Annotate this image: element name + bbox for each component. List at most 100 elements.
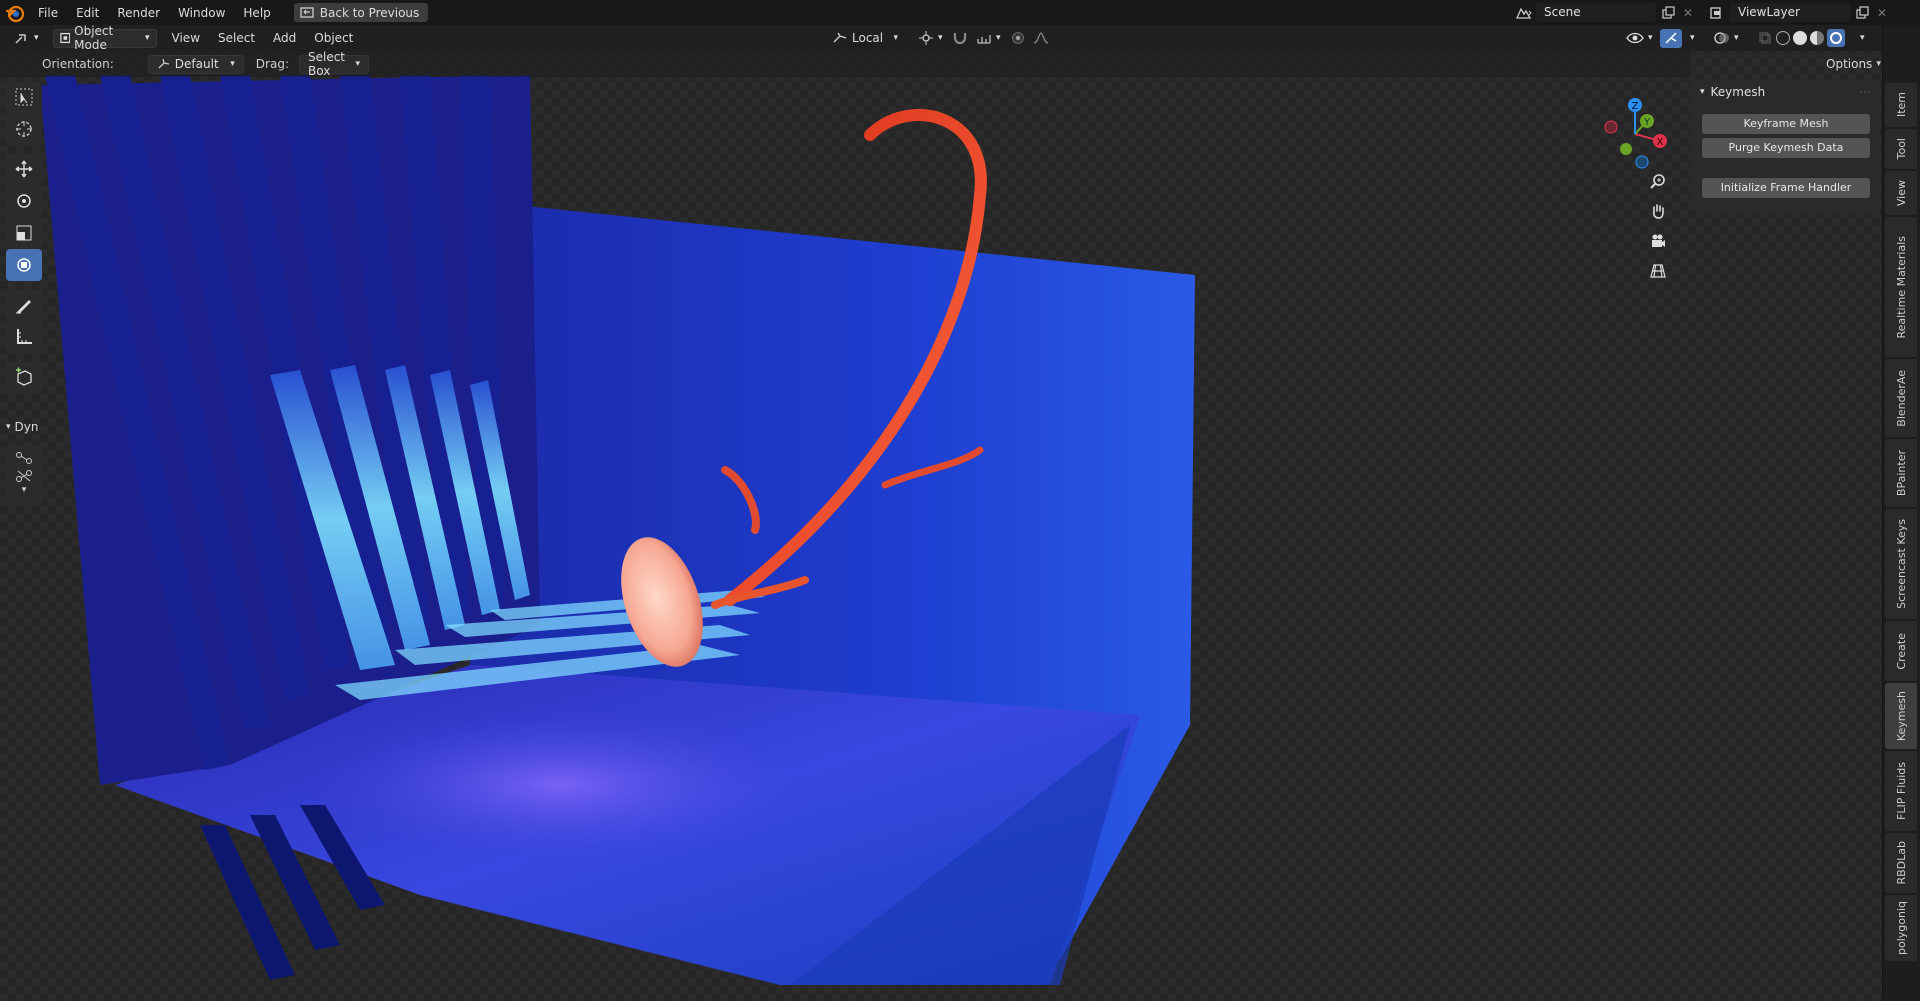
options-button[interactable]: Options ▾ bbox=[1826, 54, 1881, 73]
show-overlays-toggle[interactable]: ▾ bbox=[1708, 29, 1745, 48]
tab-polygoniq[interactable]: polygoniq bbox=[1885, 895, 1917, 961]
z-axis-label: Z bbox=[1632, 101, 1639, 112]
tab-create[interactable]: Create bbox=[1885, 621, 1917, 681]
grid-icon bbox=[1650, 264, 1666, 278]
back-to-previous-button[interactable]: Back to Previous bbox=[293, 3, 429, 22]
falloff-select[interactable] bbox=[1027, 29, 1055, 48]
menu-render[interactable]: Render bbox=[108, 2, 169, 24]
scale-tool[interactable] bbox=[6, 217, 42, 249]
menu-window[interactable]: Window bbox=[169, 2, 234, 24]
tab-flip-fluids[interactable]: FLIP Fluids bbox=[1885, 751, 1917, 831]
blender-logo-icon[interactable] bbox=[5, 3, 25, 23]
rotate-tool[interactable] bbox=[6, 185, 42, 217]
chevron-down-icon: ▾ bbox=[1648, 33, 1653, 43]
scene-name-field[interactable]: Scene bbox=[1536, 3, 1656, 22]
tab-create-label: Create bbox=[1894, 632, 1908, 670]
annotate-tool[interactable] bbox=[6, 289, 42, 321]
wireframe-shading-icon[interactable] bbox=[1776, 31, 1790, 45]
pivot-point-button[interactable]: ▾ bbox=[912, 29, 949, 48]
transform-tool[interactable] bbox=[6, 249, 42, 281]
shading-options[interactable]: ▾ bbox=[1854, 29, 1871, 48]
chevron-down-icon: ▾ bbox=[1700, 87, 1705, 97]
mode-select[interactable]: Object Mode ▾ bbox=[52, 25, 157, 52]
show-gizmo-toggle[interactable] bbox=[1660, 28, 1682, 48]
visibility-select[interactable]: ▾ bbox=[1620, 29, 1659, 48]
viewlayer-name-field[interactable]: ViewLayer bbox=[1730, 3, 1850, 22]
orientation-label: Orientation: bbox=[42, 57, 114, 71]
camera-view-button[interactable] bbox=[1645, 228, 1671, 254]
tab-rbdlab[interactable]: RBDLab bbox=[1885, 833, 1917, 893]
tab-item[interactable]: Item bbox=[1885, 83, 1917, 127]
solid-shading-icon[interactable] bbox=[1793, 31, 1807, 45]
editor-type-button[interactable]: ▾ bbox=[8, 29, 45, 48]
scene-selector: Scene ✕ bbox=[1512, 2, 1696, 23]
delete-scene-icon[interactable]: ✕ bbox=[1680, 3, 1696, 22]
rendered-shading-icon[interactable] bbox=[1827, 29, 1845, 47]
chevron-down-icon: ▾ bbox=[1734, 33, 1739, 43]
scene-browse-button[interactable] bbox=[1512, 3, 1536, 22]
tab-view-label: View bbox=[1894, 179, 1908, 207]
gizmo-options[interactable]: ▾ bbox=[1684, 29, 1701, 48]
dyn-tool-2[interactable] bbox=[6, 467, 42, 485]
chevron-down-icon[interactable]: ▾ bbox=[6, 485, 42, 501]
initialize-frame-handler-button[interactable]: Initialize Frame Handler bbox=[1702, 178, 1870, 198]
menu-help[interactable]: Help bbox=[234, 2, 279, 24]
add-cube-tool[interactable] bbox=[6, 361, 42, 393]
scale-icon bbox=[16, 225, 32, 241]
keymesh-panel-header[interactable]: ▾ Keymesh ⋯ bbox=[1692, 80, 1880, 104]
zoom-icon bbox=[1650, 174, 1665, 189]
tab-polygoniq-label: polygoniq bbox=[1894, 900, 1908, 955]
3d-viewport[interactable]: ▾ Object Mode ▾ View Select Add Object L… bbox=[0, 25, 1882, 1001]
orientation-icon bbox=[833, 32, 847, 43]
new-viewlayer-button[interactable] bbox=[1850, 3, 1874, 22]
tab-screencast-keys-label: Screencast Keys bbox=[1894, 519, 1908, 609]
tab-tool[interactable]: Tool bbox=[1885, 129, 1917, 169]
tab-screencast-keys[interactable]: Screencast Keys bbox=[1885, 509, 1917, 619]
orientation-select[interactable]: Default ▾ bbox=[147, 54, 244, 74]
menu-edit[interactable]: Edit bbox=[67, 2, 108, 24]
select-box-tool[interactable] bbox=[6, 81, 42, 113]
drag-select[interactable]: Select Box ▾ bbox=[298, 50, 369, 78]
menu-select[interactable]: Select bbox=[209, 27, 264, 49]
purge-keymesh-data-button[interactable]: Purge Keymesh Data bbox=[1702, 138, 1870, 158]
move-tool[interactable] bbox=[6, 153, 42, 185]
tab-bpainter[interactable]: BPainter bbox=[1885, 439, 1917, 507]
drag-handle-icon[interactable]: ⋯ bbox=[1859, 85, 1872, 99]
nodes-cut-icon bbox=[16, 470, 32, 482]
navigation-gizmo[interactable]: X Y Z bbox=[1592, 87, 1678, 177]
tab-keymesh[interactable]: Keymesh bbox=[1885, 683, 1917, 749]
chevron-down-icon: ▾ bbox=[230, 59, 235, 69]
new-scene-button[interactable] bbox=[1656, 3, 1680, 22]
tab-realtime-materials[interactable]: Realtime Materials bbox=[1885, 217, 1917, 357]
tab-view[interactable]: View bbox=[1885, 171, 1917, 215]
tab-tool-label: Tool bbox=[1894, 138, 1908, 160]
viewlayer-browse-button[interactable] bbox=[1706, 3, 1730, 22]
keyframe-mesh-button[interactable]: Keyframe Mesh bbox=[1702, 114, 1870, 134]
perspective-toggle-button[interactable] bbox=[1645, 258, 1671, 284]
tab-flip-fluids-label: FLIP Fluids bbox=[1894, 762, 1908, 820]
xray-toggle[interactable] bbox=[1752, 29, 1778, 48]
dyn-panel: ▾ Dyn ▾ bbox=[6, 417, 48, 505]
tab-bpainter-label: BPainter bbox=[1894, 449, 1908, 497]
cursor-tool[interactable] bbox=[6, 113, 42, 145]
delete-viewlayer-icon[interactable]: ✕ bbox=[1874, 3, 1890, 22]
snap-target-select[interactable]: ▾ bbox=[970, 29, 1007, 48]
dyn-tool-1[interactable] bbox=[6, 449, 42, 467]
material-shading-icon[interactable] bbox=[1810, 31, 1824, 45]
chevron-down-icon: ▾ bbox=[893, 33, 898, 43]
menu-add[interactable]: Add bbox=[264, 27, 305, 49]
dyn-panel-label: Dyn bbox=[14, 420, 39, 434]
zoom-button[interactable] bbox=[1645, 168, 1671, 194]
cursor-icon bbox=[16, 121, 32, 137]
tab-keymesh-label: Keymesh bbox=[1894, 690, 1908, 742]
back-to-previous-label: Back to Previous bbox=[319, 5, 420, 20]
menu-file[interactable]: File bbox=[29, 2, 67, 24]
transform-orientation-select[interactable]: Local ▾ bbox=[826, 29, 904, 48]
menu-view[interactable]: View bbox=[163, 27, 209, 49]
menu-object[interactable]: Object bbox=[305, 27, 362, 49]
tab-blenderae[interactable]: BlenderAe bbox=[1885, 359, 1917, 437]
pan-button[interactable] bbox=[1645, 198, 1671, 224]
tab-blenderae-label: BlenderAe bbox=[1894, 369, 1908, 427]
measure-tool[interactable] bbox=[6, 321, 42, 353]
dyn-panel-header[interactable]: ▾ Dyn bbox=[6, 417, 48, 437]
